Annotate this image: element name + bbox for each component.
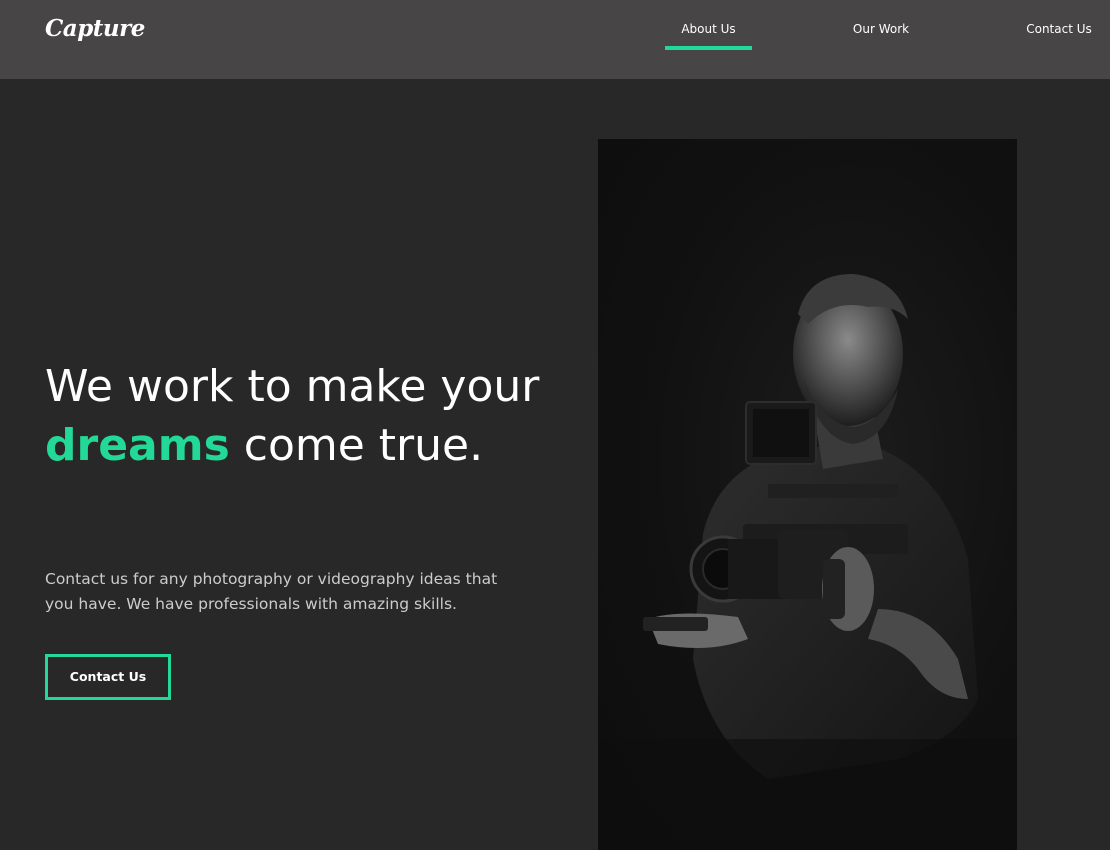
site-header: Capture About Us Our Work Contact Us: [0, 0, 1110, 79]
contact-us-button[interactable]: Contact Us: [45, 654, 171, 700]
nav-link-about-us[interactable]: About Us: [665, 22, 752, 36]
hero-title: We work to make your dreams come true.: [45, 357, 545, 475]
hero-title-part2: come true.: [229, 420, 484, 471]
hero-title-part1: We work to make your: [45, 361, 540, 412]
hero-image: [598, 139, 1017, 850]
photographer-with-camera-image: [598, 274, 1017, 850]
nav-link-contact-us[interactable]: Contact Us: [1015, 22, 1103, 36]
nav-link-our-work[interactable]: Our Work: [838, 22, 924, 36]
main-nav: About Us Our Work Contact Us: [0, 0, 1110, 79]
hero-title-accent: dreams: [45, 420, 230, 471]
hero-description: Contact us for any photography or videog…: [45, 570, 498, 613]
nav-active-indicator: [665, 46, 752, 50]
